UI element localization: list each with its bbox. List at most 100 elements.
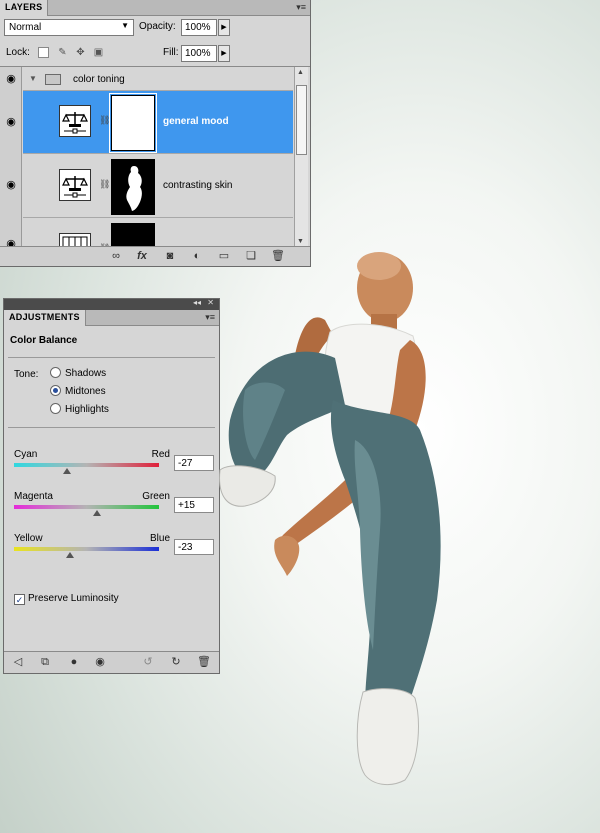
left-sneaker-shape <box>219 465 276 507</box>
head-highlight <box>357 252 401 280</box>
layer-name: general mood <box>163 116 229 127</box>
lock-transparency-icon[interactable] <box>38 47 49 58</box>
blend-mode-select[interactable]: Normal ▼ <box>4 19 134 36</box>
lock-all-icon[interactable]: ▣ <box>93 47 104 58</box>
layer-row-contrasting-skin[interactable]: ⛓ contrasting skin <box>23 155 293 218</box>
eye-icon[interactable]: ◉ <box>4 180 18 191</box>
view-previous-icon[interactable]: ↺ <box>140 656 156 669</box>
slider-value-field[interactable]: -27 <box>174 455 214 471</box>
layer-group-row[interactable]: ▼ color toning <box>23 67 293 91</box>
radio-midtones[interactable]: Midtones <box>50 385 106 399</box>
preserve-luminosity-checkbox[interactable]: ✓ Preserve Luminosity <box>14 593 119 605</box>
fill-slider-button[interactable]: ▶ <box>218 45 230 62</box>
divider <box>8 357 215 358</box>
eye-icon[interactable]: ◉ <box>4 239 18 247</box>
checkbox[interactable]: ✓ <box>14 594 25 605</box>
levels-icon <box>62 236 88 246</box>
new-adjustment-icon[interactable]: ◐ <box>189 250 205 263</box>
slider-left-label: Cyan <box>14 449 38 460</box>
trousers-shape <box>330 400 441 707</box>
slider-handle[interactable] <box>65 552 74 558</box>
radio-button[interactable] <box>50 367 61 378</box>
layer-mask-thumbnail[interactable] <box>111 159 155 215</box>
reset-icon[interactable]: ↻ <box>168 656 184 669</box>
slider-track[interactable] <box>14 463 159 467</box>
slider-value-field[interactable]: -23 <box>174 539 214 555</box>
slider-track[interactable] <box>14 505 159 509</box>
lock-row: Lock: ✎ ✥ ▣ Fill: 100% ▶ <box>0 42 310 64</box>
tone-label: Tone: <box>14 369 39 380</box>
visibility-column: ◉ ◉ ◉ ◉ <box>0 67 22 246</box>
fill-label: Fill: <box>163 47 179 58</box>
link-icon[interactable]: ⛓ <box>99 179 110 190</box>
tab-adjustments[interactable]: ADJUSTMENTS <box>4 310 86 326</box>
clip-layer-icon[interactable]: ● <box>66 656 82 669</box>
opacity-slider-button[interactable]: ▶ <box>218 19 230 36</box>
layers-scrollbar[interactable]: ▲ ▼ <box>294 67 308 246</box>
eye-icon[interactable]: ◉ <box>92 656 108 669</box>
layer-mask-thumbnail[interactable] <box>109 93 157 153</box>
radio-shadows[interactable]: Shadows <box>50 367 106 381</box>
slider-value-field[interactable]: +15 <box>174 497 214 513</box>
layer-mask-thumbnail[interactable] <box>111 223 155 246</box>
right-sneaker-shape <box>356 688 419 786</box>
layer-style-icon[interactable]: fx <box>134 250 150 263</box>
close-icon[interactable]: ✕ <box>207 298 214 307</box>
balance-scale-icon <box>62 112 88 134</box>
panel-menu-icon[interactable]: ▾≡ <box>205 312 215 323</box>
slider-right-label: Blue <box>149 533 170 544</box>
radio-label: Highlights <box>65 404 109 415</box>
color-balance-thumbnail[interactable] <box>59 169 91 201</box>
chevron-down-icon: ▼ <box>121 21 129 30</box>
lock-move-icon[interactable]: ✥ <box>75 47 86 58</box>
balance-scale-icon <box>62 176 88 198</box>
eye-icon[interactable]: ◉ <box>4 74 18 85</box>
collapse-icon[interactable]: ◂◂ <box>193 298 201 307</box>
delete-icon[interactable]: 🗑 <box>196 656 212 669</box>
expand-view-icon[interactable]: ⧉ <box>37 656 53 669</box>
expand-triangle-icon[interactable]: ▼ <box>29 74 37 83</box>
link-icon[interactable]: ⛓ <box>99 115 110 126</box>
link-layers-icon[interactable]: ∞ <box>108 250 124 263</box>
slider-track[interactable] <box>14 547 159 551</box>
slider-yellow-blue: Yellow Blue -23 <box>14 533 214 573</box>
slider-handle[interactable] <box>62 468 71 474</box>
radio-button[interactable] <box>50 403 61 414</box>
layers-panel: LAYERS ▾≡ Normal ▼ Opacity: 100% ▶ Lock:… <box>0 0 311 267</box>
slider-magenta-green: Magenta Green +15 <box>14 491 214 531</box>
hand-shape <box>274 535 300 576</box>
divider <box>8 427 215 428</box>
radio-label: Midtones <box>65 386 106 397</box>
slider-left-label: Magenta <box>14 491 53 502</box>
layers-tabbar: LAYERS ▾≡ <box>0 0 310 16</box>
slider-handle[interactable] <box>93 510 102 516</box>
lock-label: Lock: <box>6 47 30 58</box>
fill-field[interactable]: 100% <box>181 45 217 62</box>
opacity-field[interactable]: 100% <box>181 19 217 36</box>
levels-thumbnail[interactable] <box>59 233 91 246</box>
slider-left-label: Yellow <box>14 533 43 544</box>
radio-highlights[interactable]: Highlights <box>50 403 109 417</box>
panel-menu-icon[interactable]: ▾≡ <box>296 2 306 13</box>
adjustments-titlebar: ◂◂ ✕ <box>4 298 219 310</box>
color-balance-thumbnail[interactable] <box>59 105 91 137</box>
blend-mode-value: Normal <box>9 22 42 33</box>
layer-list: ◉ ◉ ◉ ◉ ▼ color toning ⛓ general mood ⛓ … <box>0 66 310 246</box>
mask-silhouette <box>126 166 142 211</box>
back-arrow-icon[interactable]: ◁ <box>10 656 26 669</box>
adjustments-footer: ◁ ⧉ ● ◉ ↺ ↻ 🗑 <box>4 651 219 673</box>
layer-row-general-mood[interactable]: ⛓ general mood <box>23 91 293 154</box>
adjustments-panel: ◂◂ ✕ ADJUSTMENTS ▾≡ Color Balance Tone: … <box>3 298 220 674</box>
scroll-up-icon[interactable]: ▲ <box>297 69 304 76</box>
folder-icon <box>45 74 61 85</box>
slider-right-label: Green <box>142 491 170 502</box>
checkbox-label: Preserve Luminosity <box>28 593 119 604</box>
radio-label: Shadows <box>65 368 107 379</box>
lock-brush-icon[interactable]: ✎ <box>57 47 68 58</box>
scrollbar-thumb[interactable] <box>296 85 307 155</box>
add-mask-icon[interactable]: ◙ <box>162 250 178 263</box>
radio-button[interactable] <box>50 385 61 396</box>
eye-icon[interactable]: ◉ <box>4 117 18 128</box>
tab-layers[interactable]: LAYERS <box>0 0 49 16</box>
slider-cyan-red: Cyan Red -27 <box>14 449 214 489</box>
